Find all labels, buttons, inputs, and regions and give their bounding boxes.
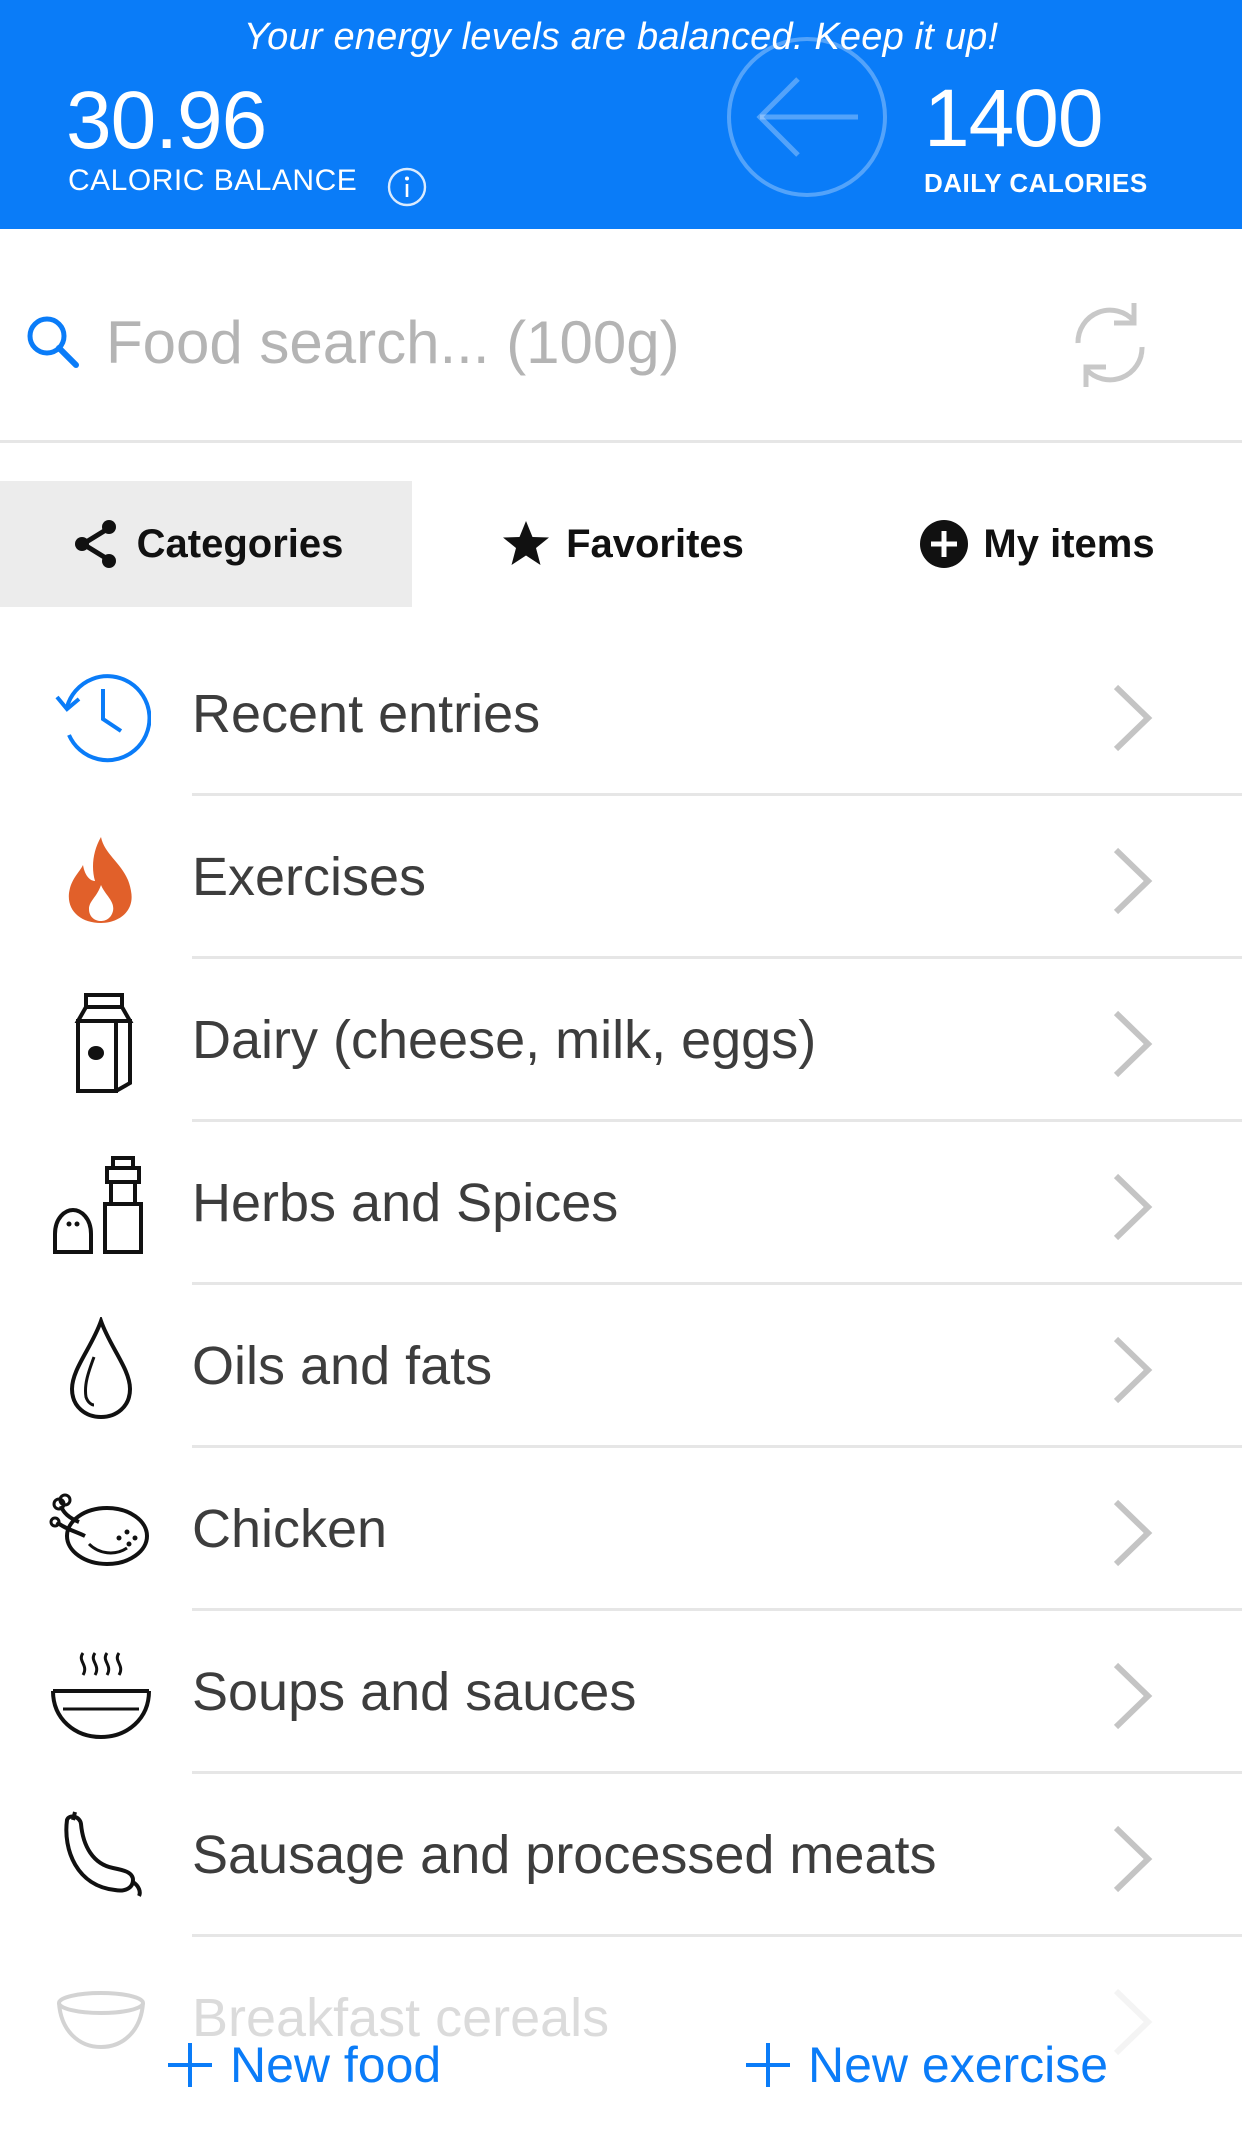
cereal-bowl-icon [57,1991,145,2050]
history-icon [55,674,151,763]
list-item-sausage[interactable]: Sausage and processed meats [0,1774,1242,1937]
category-tabs: Categories Favorites My items [0,481,1242,607]
plus-circle-icon [920,520,969,568]
list-item-soups-sauces[interactable]: Soups and sauces [0,1611,1242,1774]
new-exercise-label: New exercise [808,2037,1109,2093]
chevron-right-icon [1113,1988,1153,2056]
list-item-dairy[interactable]: Dairy (cheese, milk, eggs) [0,959,1242,1122]
caloric-balance-value: 30.96 [66,75,267,166]
motivation-message: Your energy levels are balanced. Keep it… [243,16,999,58]
plus-icon [168,2043,212,2087]
daily-calories-value: 1400 [924,73,1103,164]
list-item-label: Soups and sauces [192,1662,637,1722]
tab-my-items[interactable]: My items [832,481,1242,607]
food-search-input[interactable] [106,297,1006,387]
daily-calories-label: DAILY CALORIES [924,168,1148,198]
chevron-right-icon [1113,847,1153,915]
list-item-exercises[interactable]: Exercises [0,796,1242,959]
salt-pepper-icon [53,1156,143,1254]
list-item-chicken[interactable]: Chicken [0,1448,1242,1611]
chevron-right-icon [1113,1825,1153,1893]
chevron-right-icon [1113,1662,1153,1730]
list-item-label: Chicken [192,1499,388,1559]
list-item-label: Herbs and Spices [192,1173,619,1233]
fire-icon [68,837,132,923]
list-item-oils-fats[interactable]: Oils and fats [0,1285,1242,1448]
new-food-label: New food [230,2037,442,2093]
tab-categories-label: Categories [136,521,344,566]
tab-favorites-label: Favorites [566,521,744,566]
new-exercise-button[interactable]: New exercise [744,2036,1108,2094]
list-item-label: Recent entries [192,684,541,744]
info-icon[interactable] [386,166,428,208]
chevron-right-icon [1113,684,1153,752]
caloric-balance-label: CALORIC BALANCE [68,164,358,197]
chevron-right-icon [1113,1173,1153,1241]
list-item-label: Dairy (cheese, milk, eggs) [192,1010,817,1070]
plus-icon [746,2043,790,2087]
list-item-label: Exercises [192,847,427,907]
chevron-right-icon [1113,1336,1153,1404]
roast-chicken-icon [49,1493,149,1566]
list-item-herbs-spices[interactable]: Herbs and Spices [0,1122,1242,1285]
list-item-label: Oils and fats [192,1336,493,1396]
oil-drop-icon [69,1317,133,1420]
tab-my-items-label: My items [983,521,1155,566]
search-bar [0,229,1242,443]
sausage-icon [64,1811,142,1897]
star-icon [503,521,550,565]
soup-bowl-icon [51,1652,151,1740]
share-icon [74,520,116,568]
new-food-button[interactable]: New food [166,2036,441,2094]
tab-favorites[interactable]: Favorites [412,481,832,607]
back-arrow-icon[interactable] [724,34,890,200]
list-item-recent-entries[interactable]: Recent entries [0,633,1242,796]
tab-categories[interactable]: Categories [0,481,412,607]
list-item-label: Sausage and processed meats [192,1825,937,1885]
chevron-right-icon [1113,1010,1153,1078]
milk-carton-icon [74,993,134,1093]
chevron-right-icon [1113,1499,1153,1567]
sync-icon[interactable] [1068,297,1152,393]
search-icon [27,316,79,368]
calorie-header: Your energy levels are balanced. Keep it… [0,0,1242,229]
